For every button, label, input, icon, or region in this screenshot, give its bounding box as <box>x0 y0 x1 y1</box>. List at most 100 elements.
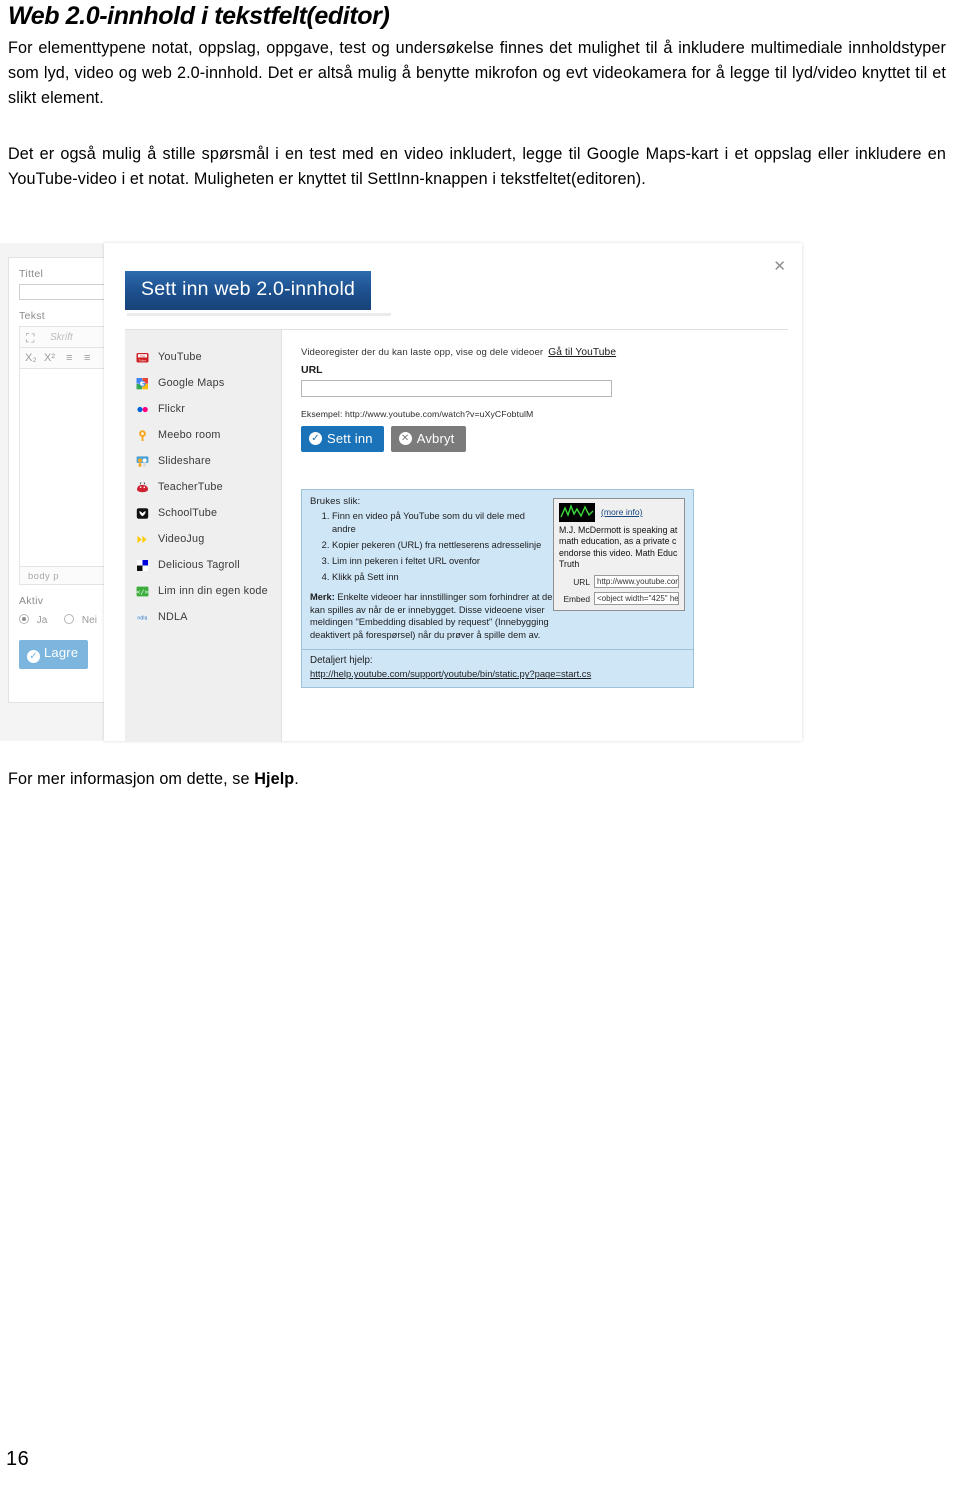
fullscreen-icon[interactable]: ⛶ <box>26 331 34 346</box>
preview-description: M.J. McDermott is speaking at math educa… <box>559 525 678 570</box>
radio-yes-label: Ja <box>36 615 48 626</box>
detailed-help-label: Detaljert hjelp: <box>310 655 373 667</box>
provider-label: Meebo room <box>158 429 221 441</box>
radio-no-label: Nei <box>81 615 97 626</box>
preview-url-label: URL <box>573 576 590 587</box>
provider-item-meebo[interactable]: Meebo room <box>125 422 281 448</box>
provider-item-google-maps[interactable]: Google Maps <box>125 370 281 396</box>
more-info-link[interactable]: (more info) <box>601 503 643 517</box>
help-step: Klikk på Sett inn <box>332 571 544 584</box>
youtube-icon: You Tube <box>136 351 149 364</box>
title-shadow <box>127 313 391 316</box>
closing-text: For mer informasjon om dette, se Hjelp. <box>8 770 299 789</box>
provider-label: Slideshare <box>158 455 212 467</box>
provider-label: Lim inn din egen kode <box>158 585 268 597</box>
help-steps: Finn en video på YouTube som du vil dele… <box>310 510 544 584</box>
videojug-icon <box>136 533 149 546</box>
radio-no[interactable] <box>64 614 75 624</box>
subscript-icon[interactable]: X₂ <box>25 352 37 364</box>
editor-status-path: body p <box>28 571 59 582</box>
url-label: URL <box>301 364 323 376</box>
provider-list: You Tube YouTube Google Maps Flickr Meeb… <box>125 330 282 741</box>
insert-button-label: Sett inn <box>327 431 373 446</box>
cancel-button-label: Avbryt <box>416 431 455 446</box>
check-icon: ✓ <box>27 650 40 663</box>
second-paragraph: Det er også mulig å stille spørsmål i en… <box>8 145 946 188</box>
title-field-label: Tittel <box>19 268 44 280</box>
provider-label: TeacherTube <box>158 481 223 493</box>
active-radio-group[interactable]: Ja Nei <box>19 614 97 626</box>
help-note: Merk: Enkelte videoer har innstillinger … <box>310 591 560 641</box>
provider-item-slideshare[interactable]: Slideshare <box>125 448 281 474</box>
radio-yes[interactable] <box>19 614 29 624</box>
dialog-action-row: ✓ Sett inn ✕ Avbryt <box>301 426 466 452</box>
provider-label: Flickr <box>158 403 185 415</box>
dialog-title: Sett inn web 2.0-innhold <box>125 271 372 310</box>
preview-embed-field: Embed <object width="425" he <box>559 592 679 605</box>
help-footer: Detaljert hjelp: http://help.youtube.com… <box>302 649 693 687</box>
provider-label: NDLA <box>158 611 188 623</box>
embedded-screenshot: Tittel Tekst ⛶ Skrift X₂ X² ≡ ≡ body p A… <box>0 243 802 741</box>
closing-prefix: For mer informasjon om dette, se <box>8 770 255 788</box>
schooltube-icon <box>136 507 149 520</box>
provider-description: Videoregister der du kan laste opp, vise… <box>301 347 544 358</box>
provider-label: YouTube <box>158 351 202 363</box>
preview-url-value[interactable]: http://www.youtube.con <box>594 575 679 588</box>
svg-text:</>: </> <box>136 588 148 596</box>
provider-label: SchoolTube <box>158 507 218 519</box>
detailed-help-link[interactable]: http://help.youtube.com/support/youtube/… <box>310 668 685 679</box>
meebo-icon <box>136 429 149 442</box>
page-number: 16 <box>6 1448 30 1470</box>
provider-item-teachertube[interactable]: TeacherTube <box>125 474 281 500</box>
help-step: Finn en video på YouTube som du vil dele… <box>332 510 544 536</box>
help-note-text: Enkelte videoer har innstillinger som fo… <box>310 592 553 640</box>
active-label: Aktiv <box>19 595 44 607</box>
indent-icon[interactable]: ≡ <box>66 352 72 364</box>
help-main: (more info) M.J. McDermott is speaking a… <box>302 490 693 649</box>
preview-embed-value[interactable]: <object width="425" he <box>594 592 679 605</box>
provider-item-flickr[interactable]: Flickr <box>125 396 281 422</box>
save-button[interactable]: ✓ Lagre <box>19 640 89 669</box>
video-preview-card: (more info) M.J. McDermott is speaking a… <box>553 498 685 611</box>
url-input[interactable] <box>301 380 612 397</box>
provider-item-schooltube[interactable]: SchoolTube <box>125 500 281 526</box>
provider-item-videojug[interactable]: VideoJug <box>125 526 281 552</box>
code-icon: </> <box>136 585 149 598</box>
text-field-label: Tekst <box>19 310 46 322</box>
close-icon[interactable]: ✕ <box>773 259 786 274</box>
help-note-label: Merk: <box>310 592 335 602</box>
teachertube-icon <box>136 481 149 494</box>
help-step: Lim inn pekeren i feltet URL ovenfor <box>332 555 544 568</box>
provider-detail-pane: Videoregister der du kan laste opp, vise… <box>301 330 788 741</box>
video-thumbnail <box>559 503 595 522</box>
svg-text:ndla: ndla <box>137 615 147 621</box>
help-box: (more info) M.J. McDermott is speaking a… <box>301 489 694 689</box>
cancel-button[interactable]: ✕ Avbryt <box>390 426 466 452</box>
provider-item-own-code[interactable]: </> Lim inn din egen kode <box>125 578 281 604</box>
help-step: Kopier pekeren (URL) fra nettleserens ad… <box>332 539 544 552</box>
list-icon[interactable]: ≡ <box>84 352 90 364</box>
provider-item-ndla[interactable]: ndla NDLA <box>125 604 281 630</box>
preview-embed-label: Embed <box>563 593 590 604</box>
delicious-icon <box>136 559 149 572</box>
intro-paragraph: For elementtypene notat, oppslag, oppgav… <box>8 39 946 107</box>
insert-web-content-dialog: ✕ Sett inn web 2.0-innhold You Tube YouT… <box>104 243 802 741</box>
insert-button[interactable]: ✓ Sett inn <box>301 426 384 452</box>
cross-icon: ✕ <box>398 432 412 445</box>
page-title: Web 2.0-innhold i tekstfelt(editor) <box>8 2 390 30</box>
superscript-icon[interactable]: X² <box>44 352 55 364</box>
dialog-body: You Tube YouTube Google Maps Flickr Meeb… <box>125 329 788 741</box>
save-button-label: Lagre <box>44 645 79 660</box>
provider-label: Google Maps <box>158 377 225 389</box>
provider-item-youtube[interactable]: You Tube YouTube <box>125 344 281 370</box>
provider-label: VideoJug <box>158 533 205 545</box>
help-link[interactable]: Hjelp <box>254 770 294 788</box>
provider-description-row: Videoregister der du kan laste opp, vise… <box>301 347 616 358</box>
slideshare-icon <box>136 455 149 468</box>
provider-label: Delicious Tagroll <box>158 559 240 571</box>
url-example: Eksempel: http://www.youtube.com/watch?v… <box>301 409 534 419</box>
goto-youtube-link[interactable]: Gå til YouTube <box>548 347 616 358</box>
provider-item-delicious[interactable]: Delicious Tagroll <box>125 552 281 578</box>
font-select-label[interactable]: Skrift <box>50 332 73 343</box>
flickr-icon <box>136 403 149 416</box>
